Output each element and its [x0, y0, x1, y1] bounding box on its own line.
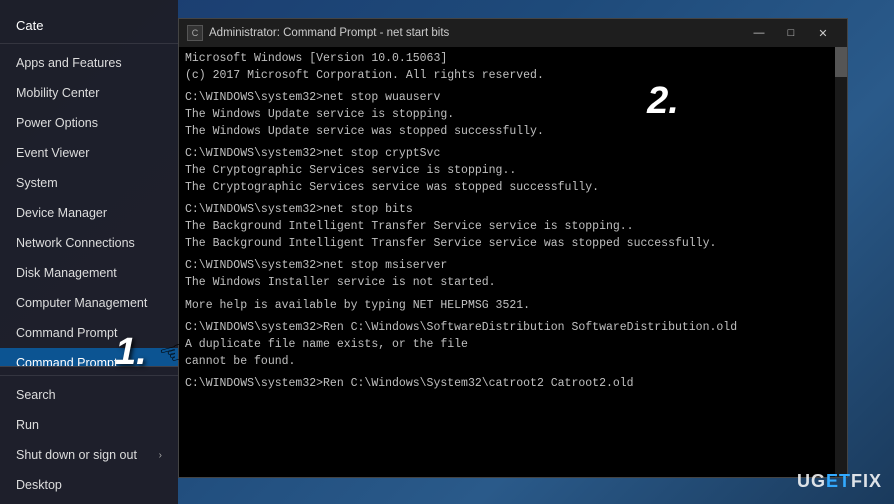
menu-item-label: Desktop [16, 478, 62, 492]
desktop: Cate Apps and Features Mobility Center P… [0, 0, 894, 504]
cmd-line-10: The Background Intelligent Transfer Serv… [185, 219, 841, 236]
cmd-body: Microsoft Windows [Version 10.0.15063] (… [179, 47, 847, 477]
watermark: UGETFIX [797, 471, 882, 492]
menu-item-label: Mobility Center [16, 86, 99, 100]
cmd-line-17: cannot be found. [185, 354, 841, 371]
menu-item-label: System [16, 176, 58, 190]
cmd-line-6: C:\WINDOWS\system32>net stop cryptSvc [185, 146, 841, 163]
cmd-window: C Administrator: Command Prompt - net st… [178, 18, 848, 478]
menu-item-label: Network Connections [16, 236, 135, 250]
cmd-line-1: Microsoft Windows [Version 10.0.15063] [185, 51, 841, 68]
cmd-line-4: The Windows Update service is stopping. [185, 107, 841, 124]
step-one-indicator: 1. ☞ [115, 331, 188, 374]
start-menu-items: Apps and Features Mobility Center Power … [0, 44, 178, 366]
menu-item-label: Event Viewer [16, 146, 89, 160]
cmd-line-5: The Windows Update service was stopped s… [185, 124, 841, 141]
menu-item-mobility[interactable]: Mobility Center [0, 78, 178, 108]
menu-item-label: Computer Management [16, 296, 147, 310]
step-two-indicator: ☞ 2. [610, 80, 679, 123]
cmd-scrollbar[interactable] [835, 47, 847, 477]
close-button[interactable]: ✕ [807, 23, 839, 43]
menu-item-system[interactable]: System [0, 168, 178, 198]
menu-item-label: Search [16, 388, 56, 402]
watermark-et: ET [826, 471, 851, 491]
menu-item-event-viewer[interactable]: Event Viewer [0, 138, 178, 168]
minimize-button[interactable]: — [743, 23, 775, 43]
cmd-line-11: The Background Intelligent Transfer Serv… [185, 236, 841, 253]
cmd-icon: C [187, 25, 203, 41]
cmd-line-18: C:\WINDOWS\system32>Ren C:\Windows\Syste… [185, 376, 841, 393]
menu-item-apps-features[interactable]: Apps and Features [0, 48, 178, 78]
start-menu: Cate Apps and Features Mobility Center P… [0, 0, 178, 504]
menu-item-disk[interactable]: Disk Management [0, 258, 178, 288]
cmd-titlebar: C Administrator: Command Prompt - net st… [179, 19, 847, 47]
menu-item-power[interactable]: Power Options [0, 108, 178, 138]
menu-item-label: Device Manager [16, 206, 107, 220]
menu-item-label: Power Options [16, 116, 98, 130]
maximize-button[interactable]: □ [775, 23, 807, 43]
menu-item-shutdown[interactable]: Shut down or sign out › [0, 440, 178, 470]
cmd-line-16: A duplicate file name exists, or the fil… [185, 337, 841, 354]
start-menu-user: Cate [0, 0, 178, 44]
menu-item-desktop[interactable]: Desktop [0, 470, 178, 500]
menu-item-label: Disk Management [16, 266, 117, 280]
cmd-line-2: (c) 2017 Microsoft Corporation. All righ… [185, 68, 841, 85]
menu-item-label: Apps and Features [16, 56, 122, 70]
cmd-line-8: The Cryptographic Services service was s… [185, 180, 841, 197]
menu-item-network[interactable]: Network Connections [0, 228, 178, 258]
cmd-line-13: The Windows Installer service is not sta… [185, 275, 841, 292]
menu-item-label: Run [16, 418, 39, 432]
cmd-line-7: The Cryptographic Services service is st… [185, 163, 841, 180]
cursor-hand-2-icon: ☞ [606, 80, 644, 124]
watermark-fix: FIX [851, 471, 882, 491]
cursor-hand-1-icon: ☞ [155, 331, 193, 375]
menu-item-search[interactable]: Search [0, 380, 178, 410]
cmd-line-12: C:\WINDOWS\system32>net stop msiserver [185, 258, 841, 275]
cmd-line-14: More help is available by typing NET HEL… [185, 298, 841, 315]
chevron-right-icon: › [159, 450, 162, 461]
username-label: Cate [16, 18, 43, 33]
cmd-title: Administrator: Command Prompt - net star… [209, 27, 743, 39]
cmd-line-9: C:\WINDOWS\system32>net stop bits [185, 202, 841, 219]
start-menu-bottom: Search Run Shut down or sign out › Deskt… [0, 366, 178, 504]
menu-item-label: Command Prompt [16, 326, 117, 340]
menu-item-device-manager[interactable]: Device Manager [0, 198, 178, 228]
menu-item-run[interactable]: Run [0, 410, 178, 440]
menu-item-label: Shut down or sign out [16, 448, 137, 462]
watermark-ug: UG [797, 471, 826, 491]
menu-divider [0, 375, 178, 376]
cmd-scrollbar-thumb[interactable] [835, 47, 847, 77]
cmd-line-3: C:\WINDOWS\system32>net stop wuauserv [185, 90, 841, 107]
cmd-controls: — □ ✕ [743, 23, 839, 43]
step-two-label: 2. [647, 80, 679, 122]
step-one-label: 1. [115, 331, 147, 373]
menu-item-computer-mgmt[interactable]: Computer Management [0, 288, 178, 318]
cmd-line-15: C:\WINDOWS\system32>Ren C:\Windows\Softw… [185, 320, 841, 337]
